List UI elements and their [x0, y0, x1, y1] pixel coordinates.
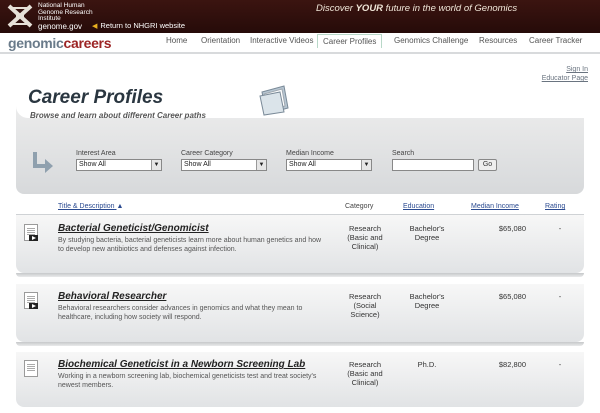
row-shadow — [16, 342, 584, 346]
career-income: $82,800 — [498, 360, 526, 369]
institute-name[interactable]: National Human Genome Research Institute — [38, 2, 93, 23]
page-title: Career Profiles — [28, 87, 164, 108]
row-shadow — [16, 273, 584, 277]
return-nhgri-link[interactable]: ◀ Return to NHGRI website — [92, 21, 185, 30]
video-icon — [29, 303, 38, 309]
category-header: Category — [345, 203, 374, 210]
nhgri-banner: National Human Genome Research Institute… — [0, 0, 600, 33]
sort-rating[interactable]: Rating — [545, 203, 565, 210]
nav-home[interactable]: Home — [166, 36, 187, 45]
nav-career-tracker[interactable]: Career Tracker — [529, 36, 582, 45]
career-education: Bachelor's Degree — [409, 292, 445, 310]
page-subtitle: Browse and learn about different Career … — [30, 111, 206, 120]
career-income: $65,080 — [498, 292, 526, 301]
median-income-select[interactable]: Show All ▼ — [286, 159, 372, 171]
career-category: Research (Basic and Clinical) — [347, 360, 383, 387]
career-category: Research (Basic and Clinical) — [347, 224, 383, 251]
document-video-icon[interactable] — [24, 292, 38, 309]
career-description: Behavioral researchers consider advances… — [58, 305, 303, 321]
nav-interactive-videos[interactable]: Interactive Videos — [250, 36, 313, 45]
search-label: Search — [392, 150, 415, 157]
career-title-link[interactable]: Biochemical Geneticist in a Newborn Scre… — [58, 359, 305, 370]
arrow-right-icon — [33, 152, 53, 173]
career-title-link[interactable]: Behavioral Researcher — [58, 291, 166, 302]
career-category: Research (Social Science) — [348, 292, 382, 319]
sign-in-link[interactable]: Sign In — [566, 66, 588, 73]
chevron-down-icon: ▼ — [256, 160, 266, 170]
search-input[interactable] — [392, 159, 474, 171]
genome-gov-link[interactable]: genome.gov — [38, 22, 82, 31]
nav-career-profiles[interactable]: Career Profiles — [317, 34, 383, 48]
career-category-label: Career Category — [181, 150, 233, 157]
interest-area-select[interactable]: Show All ▼ — [76, 159, 162, 171]
career-income: $65,080 — [498, 224, 526, 233]
folder-icon — [259, 85, 289, 116]
career-title-link[interactable]: Bacterial Geneticist/Genomicist — [58, 223, 209, 234]
sort-median-income[interactable]: Median Income — [471, 203, 519, 210]
career-description: Working in a newborn screening lab, bioc… — [58, 373, 317, 389]
career-rating: - — [558, 224, 562, 233]
chevron-down-icon: ▼ — [361, 160, 371, 170]
video-icon — [29, 235, 38, 241]
career-description: By studying bacteria, bacterial genetici… — [58, 237, 322, 253]
go-button[interactable]: Go — [478, 159, 497, 171]
career-education: Ph.D. — [417, 360, 437, 369]
career-category-select[interactable]: Show All ▼ — [181, 159, 267, 171]
sort-education[interactable]: Education — [403, 203, 434, 210]
sort-title-description[interactable]: Title & Description ▲ — [58, 203, 123, 210]
document-video-icon[interactable] — [24, 224, 38, 241]
career-rating: - — [558, 292, 562, 301]
nav-divider — [0, 52, 600, 54]
educator-page-link[interactable]: Educator Page — [542, 75, 588, 82]
genomic-careers-logo[interactable]: genomiccareers — [8, 35, 112, 51]
career-rating: - — [558, 360, 562, 369]
nav-orientation[interactable]: Orientation — [201, 36, 240, 45]
nav-resources[interactable]: Resources — [479, 36, 517, 45]
nav-genomics-challenge[interactable]: Genomics Challenge — [394, 36, 468, 45]
sort-arrow-icon: ▲ — [116, 203, 124, 210]
career-education: Bachelor's Degree — [409, 224, 445, 242]
interest-area-label: Interest Area — [76, 150, 116, 157]
play-arrow-icon: ◀ — [92, 23, 98, 30]
median-income-label: Median Income — [286, 150, 334, 157]
chevron-down-icon: ▼ — [151, 160, 161, 170]
tagline: Discover YOUR future in the world of Gen… — [316, 3, 518, 14]
nhgri-logo-icon[interactable] — [7, 4, 33, 28]
document-icon[interactable] — [24, 360, 38, 377]
